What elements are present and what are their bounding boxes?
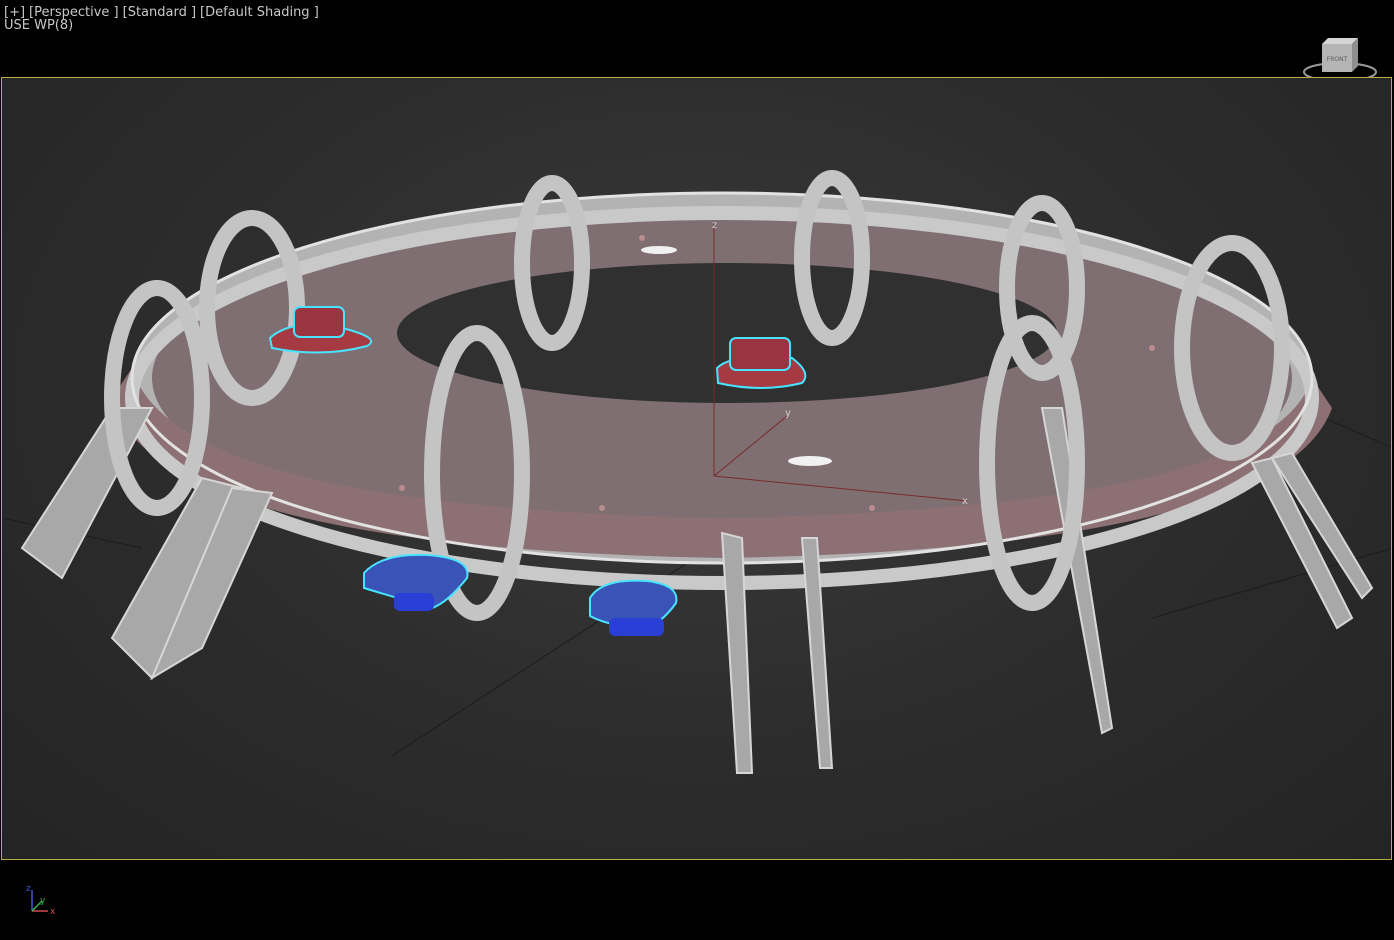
selected-blue-part-center[interactable] [589, 579, 678, 636]
tripod-x-label: x [50, 907, 56, 917]
perspective-viewport[interactable]: z x y [1, 77, 1392, 860]
tripod-z-label: z [26, 884, 31, 894]
viewport-standard-menu[interactable]: [Standard ] [123, 6, 196, 19]
workplane-label[interactable]: USE WP(8) [4, 19, 73, 32]
highlight-top [641, 246, 677, 254]
axis-tripod: z x y [18, 880, 68, 920]
viewcube-top-face[interactable] [1322, 38, 1358, 44]
tripod-y-label: y [40, 896, 46, 906]
gizmo-y-label: y [785, 408, 791, 419]
viewport-shading-menu[interactable]: [Default Shading ] [200, 6, 319, 19]
gizmo-z-label: z [712, 220, 717, 231]
viewcube-right-face[interactable] [1352, 38, 1358, 72]
viewcube-face-label: FRONT [1327, 56, 1348, 63]
highlight-front [788, 456, 832, 466]
gizmo-x-label: x [962, 496, 968, 507]
viewport-labels: [+] [Perspective ] [Standard ] [Default … [4, 6, 319, 32]
